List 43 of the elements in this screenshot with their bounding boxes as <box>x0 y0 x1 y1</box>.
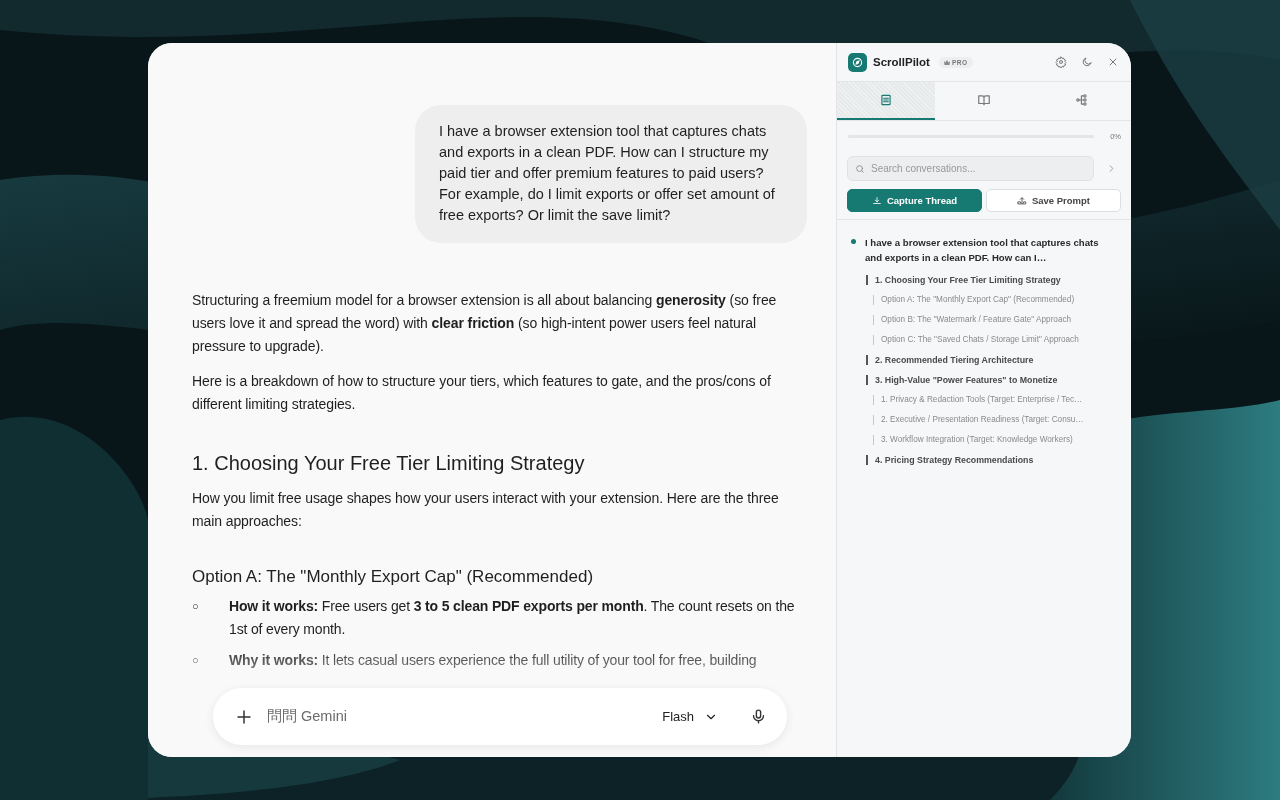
moon-icon <box>1081 56 1093 68</box>
response-paragraph: Structuring a freemium model for a browser extension is all about balancing generosity (so free users love it and spread the word) with clear friction (so high-intent power users feel natural pressure to upgrade). <box>192 291 778 356</box>
bullet-marker: ○ <box>192 599 200 614</box>
model-selector[interactable]: Flash <box>662 709 718 724</box>
compass-logo-icon <box>848 52 867 72</box>
prompt-placeholder: 問問 Gemini <box>267 707 348 726</box>
settings-icon <box>1055 56 1067 68</box>
response-subheading: Option A: The "Monthly Export Cap" (Recommended) <box>192 567 595 587</box>
microphone-icon <box>750 708 767 725</box>
bullet-marker: ○ <box>192 653 200 668</box>
outline-item[interactable]: 1. Choosing Your Free Tier Limiting Strategy <box>866 275 1131 285</box>
upload-tray-icon <box>1016 195 1027 206</box>
prompt-input[interactable]: 問問 Gemini Flash <box>213 688 787 745</box>
close-icon <box>1107 56 1119 68</box>
close-button[interactable] <box>1107 56 1119 68</box>
response-paragraph: Here is a breakdown of how to structure your tiers, which features to gate, and the pros/cons of different limiting strategies. <box>192 372 772 414</box>
add-button[interactable] <box>235 707 253 726</box>
plus-icon <box>235 707 253 726</box>
bullet-text: How it works: Free users get 3 to 5 clean PDF exports per month. The count resets on the 1st of every month. <box>229 597 796 639</box>
outline-item[interactable]: 3. High-Value "Power Features" to Monetize <box>866 375 1131 385</box>
user-message: I have a browser extension tool that captures chats and exports in a clean PDF. How can I structure my paid tier and offer premium features to paid users? For example, do I limit exports or offer set amount of free exports? Or limit the save limit? <box>415 105 807 243</box>
nodes-icon <box>1075 93 1089 107</box>
save-button[interactable]: Save Prompt <box>986 189 1121 212</box>
dark-mode-button[interactable] <box>1081 56 1093 68</box>
outline-item[interactable]: Option C: The "Saved Chats / Storage Limit" Approach <box>873 335 1131 345</box>
outline-item[interactable]: 2. Executive / Presentation Readiness (Target: Consu… <box>873 415 1131 425</box>
outline-item[interactable]: 2. Recommended Tiering Architecture <box>866 355 1131 365</box>
response-heading: 1. Choosing Your Free Tier Limiting Strategy <box>192 452 586 475</box>
outline-title[interactable]: I have a browser extension tool that captures chats and exports in a clean PDF. How can I… <box>865 235 1105 265</box>
capture-button[interactable]: Capture Thread <box>847 189 982 212</box>
search-icon <box>855 163 865 174</box>
response-paragraph: How you limit free usage shapes how your users interact with your extension. Here are the three main approaches: <box>192 489 780 531</box>
panel-tab[interactable] <box>837 82 935 120</box>
search-field[interactable]: Search conversations... <box>847 156 1094 181</box>
bullet-dot-icon <box>851 239 856 244</box>
microphone-button[interactable] <box>750 708 767 725</box>
download-icon <box>871 195 882 206</box>
bullet-text: Why it works: It lets casual users experience the full utility of your tool for free, building <box>229 651 757 670</box>
app-name: ScrollPilot <box>873 56 930 68</box>
outline-item[interactable]: 4. Pricing Strategy Recommendations <box>866 455 1131 465</box>
book-icon <box>977 93 991 107</box>
settings-button[interactable] <box>1055 56 1067 68</box>
list-icon <box>879 93 893 107</box>
